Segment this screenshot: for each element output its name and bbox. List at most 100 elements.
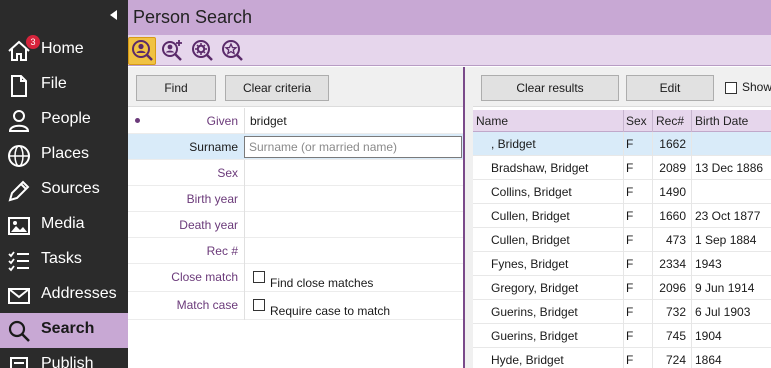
sidebar-item-label: Addresses: [41, 285, 117, 302]
column-header-birth-date[interactable]: Birth Date: [695, 114, 748, 128]
cell-name: Collins, Bridget: [491, 185, 572, 199]
table-row[interactable]: Guerins, Bridget F 745 1904: [473, 324, 771, 348]
envelope-icon: [6, 284, 32, 308]
cell-name: Cullen, Bridget: [491, 233, 570, 247]
search-icon: [6, 319, 32, 343]
column-header-rec[interactable]: Rec#: [656, 114, 684, 128]
collapse-sidebar-icon[interactable]: [107, 8, 121, 22]
birth-year-label: Birth year: [186, 192, 238, 206]
table-row[interactable]: Gregory, Bridget F 2096 9 Jun 1914: [473, 276, 771, 300]
sidebar-item-label: File: [41, 75, 67, 92]
cell-sex: F: [626, 305, 634, 319]
page-title: Person Search: [133, 7, 253, 27]
sidebar-item-label: Search: [41, 320, 95, 337]
cell-rec: 1660: [659, 209, 686, 223]
surname-row: Surname: [128, 134, 463, 160]
close-match-cell: Find close matches: [244, 264, 463, 292]
close-match-row: Close match Find close matches: [128, 264, 463, 292]
cell-birth-date: 1 Sep 1884: [695, 233, 757, 247]
match-case-cell: Require case to match: [244, 292, 463, 320]
match-case-label: Match case: [176, 298, 238, 312]
rec-field[interactable]: [244, 238, 463, 264]
cell-sex: F: [626, 281, 634, 295]
cell-name: Hyde, Bridget: [491, 353, 564, 367]
close-match-checkbox[interactable]: [253, 271, 265, 283]
find-button[interactable]: Find: [136, 75, 216, 101]
person-add-search-button[interactable]: [158, 37, 186, 65]
death-year-field[interactable]: [244, 212, 463, 238]
table-row[interactable]: , Bridget F 1662: [473, 132, 771, 156]
sidebar-item-media[interactable]: Media: [0, 208, 128, 243]
given-field[interactable]: bridget: [244, 108, 463, 134]
show-label: Show: [742, 80, 771, 94]
cell-sex: F: [626, 353, 634, 367]
surname-input[interactable]: [244, 136, 462, 158]
sidebar-item-label: Media: [41, 215, 85, 232]
sidebar-item-tasks[interactable]: Tasks: [0, 243, 128, 278]
star-search-button[interactable]: [218, 37, 246, 65]
cell-rec: 732: [665, 305, 686, 319]
criteria-button-bar: Find Clear criteria: [128, 67, 463, 107]
results-button-bar: Clear results Edit Show: [473, 67, 771, 107]
column-gridline: [652, 132, 653, 368]
cell-sex: F: [626, 161, 634, 175]
globe-icon: [6, 144, 32, 168]
cell-name: Guerins, Bridget: [491, 305, 578, 319]
clear-results-button[interactable]: Clear results: [481, 75, 619, 101]
show-checkbox[interactable]: [725, 82, 737, 94]
person-search-button[interactable]: [128, 37, 156, 65]
sidebar-item-people[interactable]: People: [0, 103, 128, 138]
person-icon: [6, 109, 32, 133]
sidebar-item-search[interactable]: Search: [0, 313, 128, 348]
cell-sex: F: [626, 257, 634, 271]
title-bar: Person Search: [128, 0, 771, 35]
cell-rec: 724: [665, 353, 686, 367]
cell-rec: 473: [665, 233, 686, 247]
person-search-icon: [130, 38, 154, 65]
table-row[interactable]: Cullen, Bridget F 473 1 Sep 1884: [473, 228, 771, 252]
table-row[interactable]: Guerins, Bridget F 732 6 Jul 1903: [473, 300, 771, 324]
search-type-toolbar: [128, 35, 771, 66]
column-divider: [691, 110, 692, 132]
sidebar-item-file[interactable]: File: [0, 68, 128, 103]
cell-name: Cullen, Bridget: [491, 209, 570, 223]
sidebar-item-label: Home: [41, 40, 84, 57]
cell-name: Gregory, Bridget: [491, 281, 579, 295]
sidebar-item-home[interactable]: Home: [0, 33, 128, 68]
table-row[interactable]: Bradshaw, Bridget F 2089 13 Dec 1886: [473, 156, 771, 180]
given-label: Given: [206, 114, 238, 128]
table-row[interactable]: Collins, Bridget F 1490: [473, 180, 771, 204]
image-icon: [6, 214, 32, 238]
sidebar-item-label: People: [41, 110, 91, 127]
column-header-name[interactable]: Name: [476, 114, 508, 128]
column-header-sex[interactable]: Sex: [626, 114, 647, 128]
publish-icon: [6, 354, 32, 368]
sex-label: Sex: [217, 166, 238, 180]
cell-name: Fynes, Bridget: [491, 257, 569, 271]
rec-row: Rec #: [128, 238, 463, 264]
cell-sex: F: [626, 137, 634, 151]
sex-field[interactable]: [244, 160, 463, 186]
gear-search-button[interactable]: [188, 37, 216, 65]
cell-name: Guerins, Bridget: [491, 329, 578, 343]
table-row[interactable]: Cullen, Bridget F 1660 23 Oct 1877: [473, 204, 771, 228]
notification-badge: 3: [26, 35, 40, 49]
sidebar: Home 3 File People Places Sources Media: [0, 0, 128, 368]
sidebar-item-places[interactable]: Places: [0, 138, 128, 173]
table-row[interactable]: Hyde, Bridget F 724 1864: [473, 348, 771, 368]
sidebar-item-publish[interactable]: Publish: [0, 348, 128, 368]
match-case-checkbox[interactable]: [253, 299, 265, 311]
sidebar-item-addresses[interactable]: Addresses: [0, 278, 128, 313]
cell-birth-date: 9 Jun 1914: [695, 281, 755, 295]
edit-button[interactable]: Edit: [626, 75, 714, 101]
cell-birth-date: 23 Oct 1877: [695, 209, 761, 223]
clear-criteria-button[interactable]: Clear criteria: [225, 75, 329, 101]
gear-search-icon: [190, 38, 214, 65]
table-row[interactable]: Fynes, Bridget F 2334 1943: [473, 252, 771, 276]
sex-row: Sex: [128, 160, 463, 186]
panel-splitter[interactable]: [463, 67, 473, 368]
file-icon: [6, 74, 32, 98]
birth-year-field[interactable]: [244, 186, 463, 212]
sidebar-item-sources[interactable]: Sources: [0, 173, 128, 208]
rec-label: Rec #: [206, 244, 238, 258]
